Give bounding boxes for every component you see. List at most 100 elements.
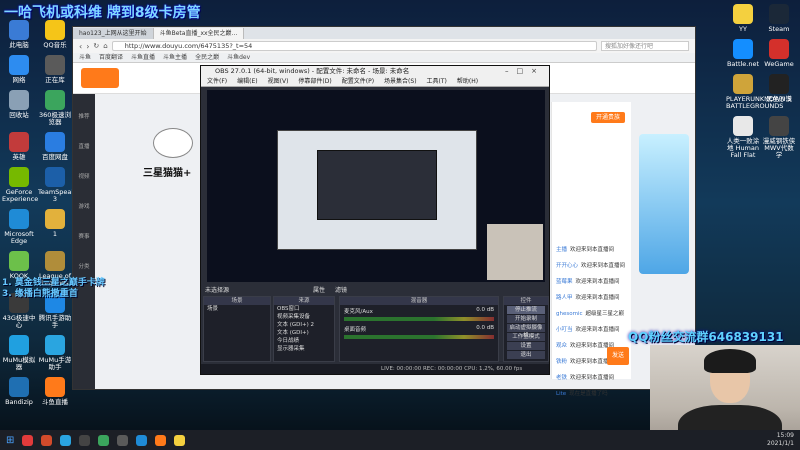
streamer-avatar[interactable] bbox=[153, 128, 193, 158]
source-item[interactable]: 文本 (GDI+) 2 bbox=[274, 321, 334, 329]
chat-username[interactable]: 主播 bbox=[556, 247, 567, 253]
obs-menu-item[interactable]: 场景集合(S) bbox=[384, 77, 417, 86]
desktop-icon[interactable]: 黑色沙漠 bbox=[762, 74, 796, 110]
nobility-button[interactable]: 开通贵族 bbox=[591, 112, 625, 123]
browser-tab-active[interactable]: 斗鱼Beta直播_xx全民之巅... bbox=[153, 28, 245, 39]
volume-meter[interactable] bbox=[344, 317, 494, 321]
desktop-icon[interactable]: 英雄 bbox=[2, 132, 36, 161]
chat-username[interactable]: ghesomic bbox=[556, 311, 583, 317]
source-item[interactable]: OBS窗口 bbox=[274, 305, 334, 313]
properties-button[interactable]: 属性 bbox=[313, 285, 325, 294]
desktop-icon[interactable]: 360极速浏览器 bbox=[38, 90, 72, 126]
mixer-channels: 麦克风/Aux 0.0 dB 桌面音频 0.0 dB bbox=[340, 305, 498, 341]
obs-preview[interactable] bbox=[207, 90, 545, 282]
send-button[interactable]: 发送 bbox=[607, 347, 629, 365]
desktop-icon[interactable]: TeamSpeak 3 bbox=[38, 167, 75, 203]
desktop-icon[interactable]: 人类一败涂地 Human Fall Flat bbox=[726, 116, 760, 159]
taskbar-app-icon[interactable] bbox=[60, 434, 72, 446]
scene-item[interactable]: 场景 bbox=[204, 305, 270, 313]
desktop-icon[interactable]: MuMu手游助手 bbox=[38, 335, 72, 371]
chat-username[interactable]: 开开心心 bbox=[556, 263, 578, 269]
browser-tab[interactable]: hao123_上网从这里开始 bbox=[73, 28, 154, 39]
desktop-icon[interactable]: MuMu模拟器 bbox=[2, 335, 36, 371]
bookmark-item[interactable]: 斗鱼dev bbox=[227, 53, 250, 62]
chat-username[interactable]: 小叮当 bbox=[556, 327, 573, 333]
forward-icon[interactable]: › bbox=[86, 42, 89, 51]
desktop-icon[interactable]: 斗鱼直播 bbox=[38, 377, 72, 406]
chat-username[interactable]: 铁粉 bbox=[556, 359, 567, 365]
site-nav-item[interactable]: 赛事 bbox=[73, 214, 95, 244]
obs-menu-item[interactable]: 配置文件(P) bbox=[342, 77, 374, 86]
obs-menu-item[interactable]: 停靠部件(D) bbox=[298, 77, 331, 86]
start-icon[interactable]: ⊞ bbox=[6, 435, 14, 446]
taskbar-app-icon[interactable] bbox=[136, 434, 148, 446]
taskbar-app-icon[interactable] bbox=[117, 434, 129, 446]
douyu-logo-icon[interactable] bbox=[81, 68, 119, 88]
desktop-icon[interactable]: 漫威钢铁侠 MWV代数学 bbox=[762, 116, 796, 159]
obs-control-button[interactable]: 退出 bbox=[507, 351, 545, 359]
desktop-icon[interactable]: 网络 bbox=[2, 55, 36, 84]
app-icon bbox=[769, 39, 789, 59]
obs-control-button[interactable]: 停止推流 bbox=[507, 306, 545, 314]
obs-control-button[interactable]: 工作室模式 bbox=[507, 333, 545, 341]
browser-search-input[interactable]: 搜狐加好像还行吧 bbox=[601, 41, 689, 51]
source-item[interactable]: 显示器采集 bbox=[274, 345, 334, 353]
site-nav-item[interactable]: 游戏 bbox=[73, 184, 95, 214]
bookmark-item[interactable]: 全民之巅 bbox=[195, 53, 219, 62]
desktop-icon[interactable]: QQ音乐 bbox=[38, 20, 72, 49]
source-item[interactable]: 文本 (GDI+) bbox=[274, 329, 334, 337]
back-icon[interactable]: ‹ bbox=[79, 42, 82, 51]
chat-username[interactable]: 路人甲 bbox=[556, 295, 573, 301]
desktop-icon[interactable]: Battle.net bbox=[726, 39, 760, 68]
chat-username[interactable]: Lite bbox=[556, 391, 566, 397]
site-nav-item[interactable]: 视频 bbox=[73, 154, 95, 184]
url-input[interactable]: http://www.douyu.com/6475135?_t=54 bbox=[111, 41, 597, 51]
obs-control-button[interactable]: 设置 bbox=[507, 342, 545, 350]
taskbar-clock[interactable]: 15:09 2021/1/1 bbox=[767, 432, 794, 448]
obs-menu-item[interactable]: 编辑(E) bbox=[237, 77, 257, 86]
desktop-icon[interactable]: YY bbox=[726, 4, 760, 33]
desktop-icon[interactable]: WeGame bbox=[762, 39, 796, 68]
desktop-icon[interactable]: Bandizip bbox=[2, 377, 36, 406]
obs-menu-item[interactable]: 工具(T) bbox=[427, 77, 447, 86]
source-item[interactable]: 今日战绩 bbox=[274, 337, 334, 345]
taskbar-app-icon[interactable] bbox=[79, 434, 91, 446]
desktop-icon[interactable]: 此电脑 bbox=[2, 20, 36, 49]
source-item[interactable]: 视频采集设备 bbox=[274, 313, 334, 321]
site-nav-item[interactable]: 直播 bbox=[73, 124, 95, 154]
desktop-icon[interactable]: PLAYERUNKNOWN'S BATTLEGROUNDS bbox=[726, 74, 791, 110]
reload-icon[interactable]: ↻ bbox=[93, 42, 99, 50]
promo-card[interactable] bbox=[639, 134, 689, 274]
taskbar-app-icon[interactable] bbox=[41, 434, 53, 446]
obs-control-button[interactable]: 启动虚拟摄像机 bbox=[507, 324, 545, 339]
chat-username[interactable]: 老铁 bbox=[556, 375, 567, 381]
desktop-icon[interactable]: 正在库 bbox=[38, 55, 72, 84]
chat-username[interactable]: 蓝莓果 bbox=[556, 279, 573, 285]
site-nav-item[interactable]: 分类 bbox=[73, 244, 95, 274]
desktop-icon[interactable]: Microsoft Edge bbox=[2, 209, 36, 245]
obs-menu-item[interactable]: 帮助(H) bbox=[457, 77, 478, 86]
taskbar-app-icon[interactable] bbox=[98, 434, 110, 446]
taskbar-app-icon[interactable] bbox=[174, 434, 186, 446]
obs-menu-item[interactable]: 视图(V) bbox=[268, 77, 289, 86]
desktop-icon[interactable]: 百度网盘 bbox=[38, 132, 72, 161]
bookmark-item[interactable]: 斗鱼直播 bbox=[131, 53, 155, 62]
desktop-icon[interactable]: 1 bbox=[38, 209, 72, 245]
obs-control-button[interactable]: 开始录制 bbox=[507, 315, 545, 323]
window-controls[interactable]: –□× bbox=[505, 66, 545, 77]
bookmark-item[interactable]: 斗鱼主播 bbox=[163, 53, 187, 62]
obs-window[interactable]: OBS 27.0.1 (64-bit, windows) - 配置文件: 未命名… bbox=[200, 65, 550, 375]
desktop-icon[interactable]: GeForce Experience bbox=[2, 167, 38, 203]
desktop-icon[interactable]: Steam bbox=[762, 4, 796, 33]
bookmark-item[interactable]: 斗鱼 bbox=[79, 53, 91, 62]
site-nav-item[interactable]: 推荐 bbox=[73, 94, 95, 124]
obs-menu-item[interactable]: 文件(F) bbox=[207, 77, 227, 86]
bookmark-item[interactable]: 百度翻译 bbox=[99, 53, 123, 62]
filters-button[interactable]: 滤镜 bbox=[335, 285, 347, 294]
desktop-icon[interactable]: 回收站 bbox=[2, 90, 36, 126]
chat-username[interactable]: 观众 bbox=[556, 343, 567, 349]
volume-meter[interactable] bbox=[344, 335, 494, 339]
taskbar-app-icon[interactable] bbox=[22, 434, 34, 446]
taskbar-app-icon[interactable] bbox=[155, 434, 167, 446]
home-icon[interactable]: ⌂ bbox=[103, 42, 107, 50]
